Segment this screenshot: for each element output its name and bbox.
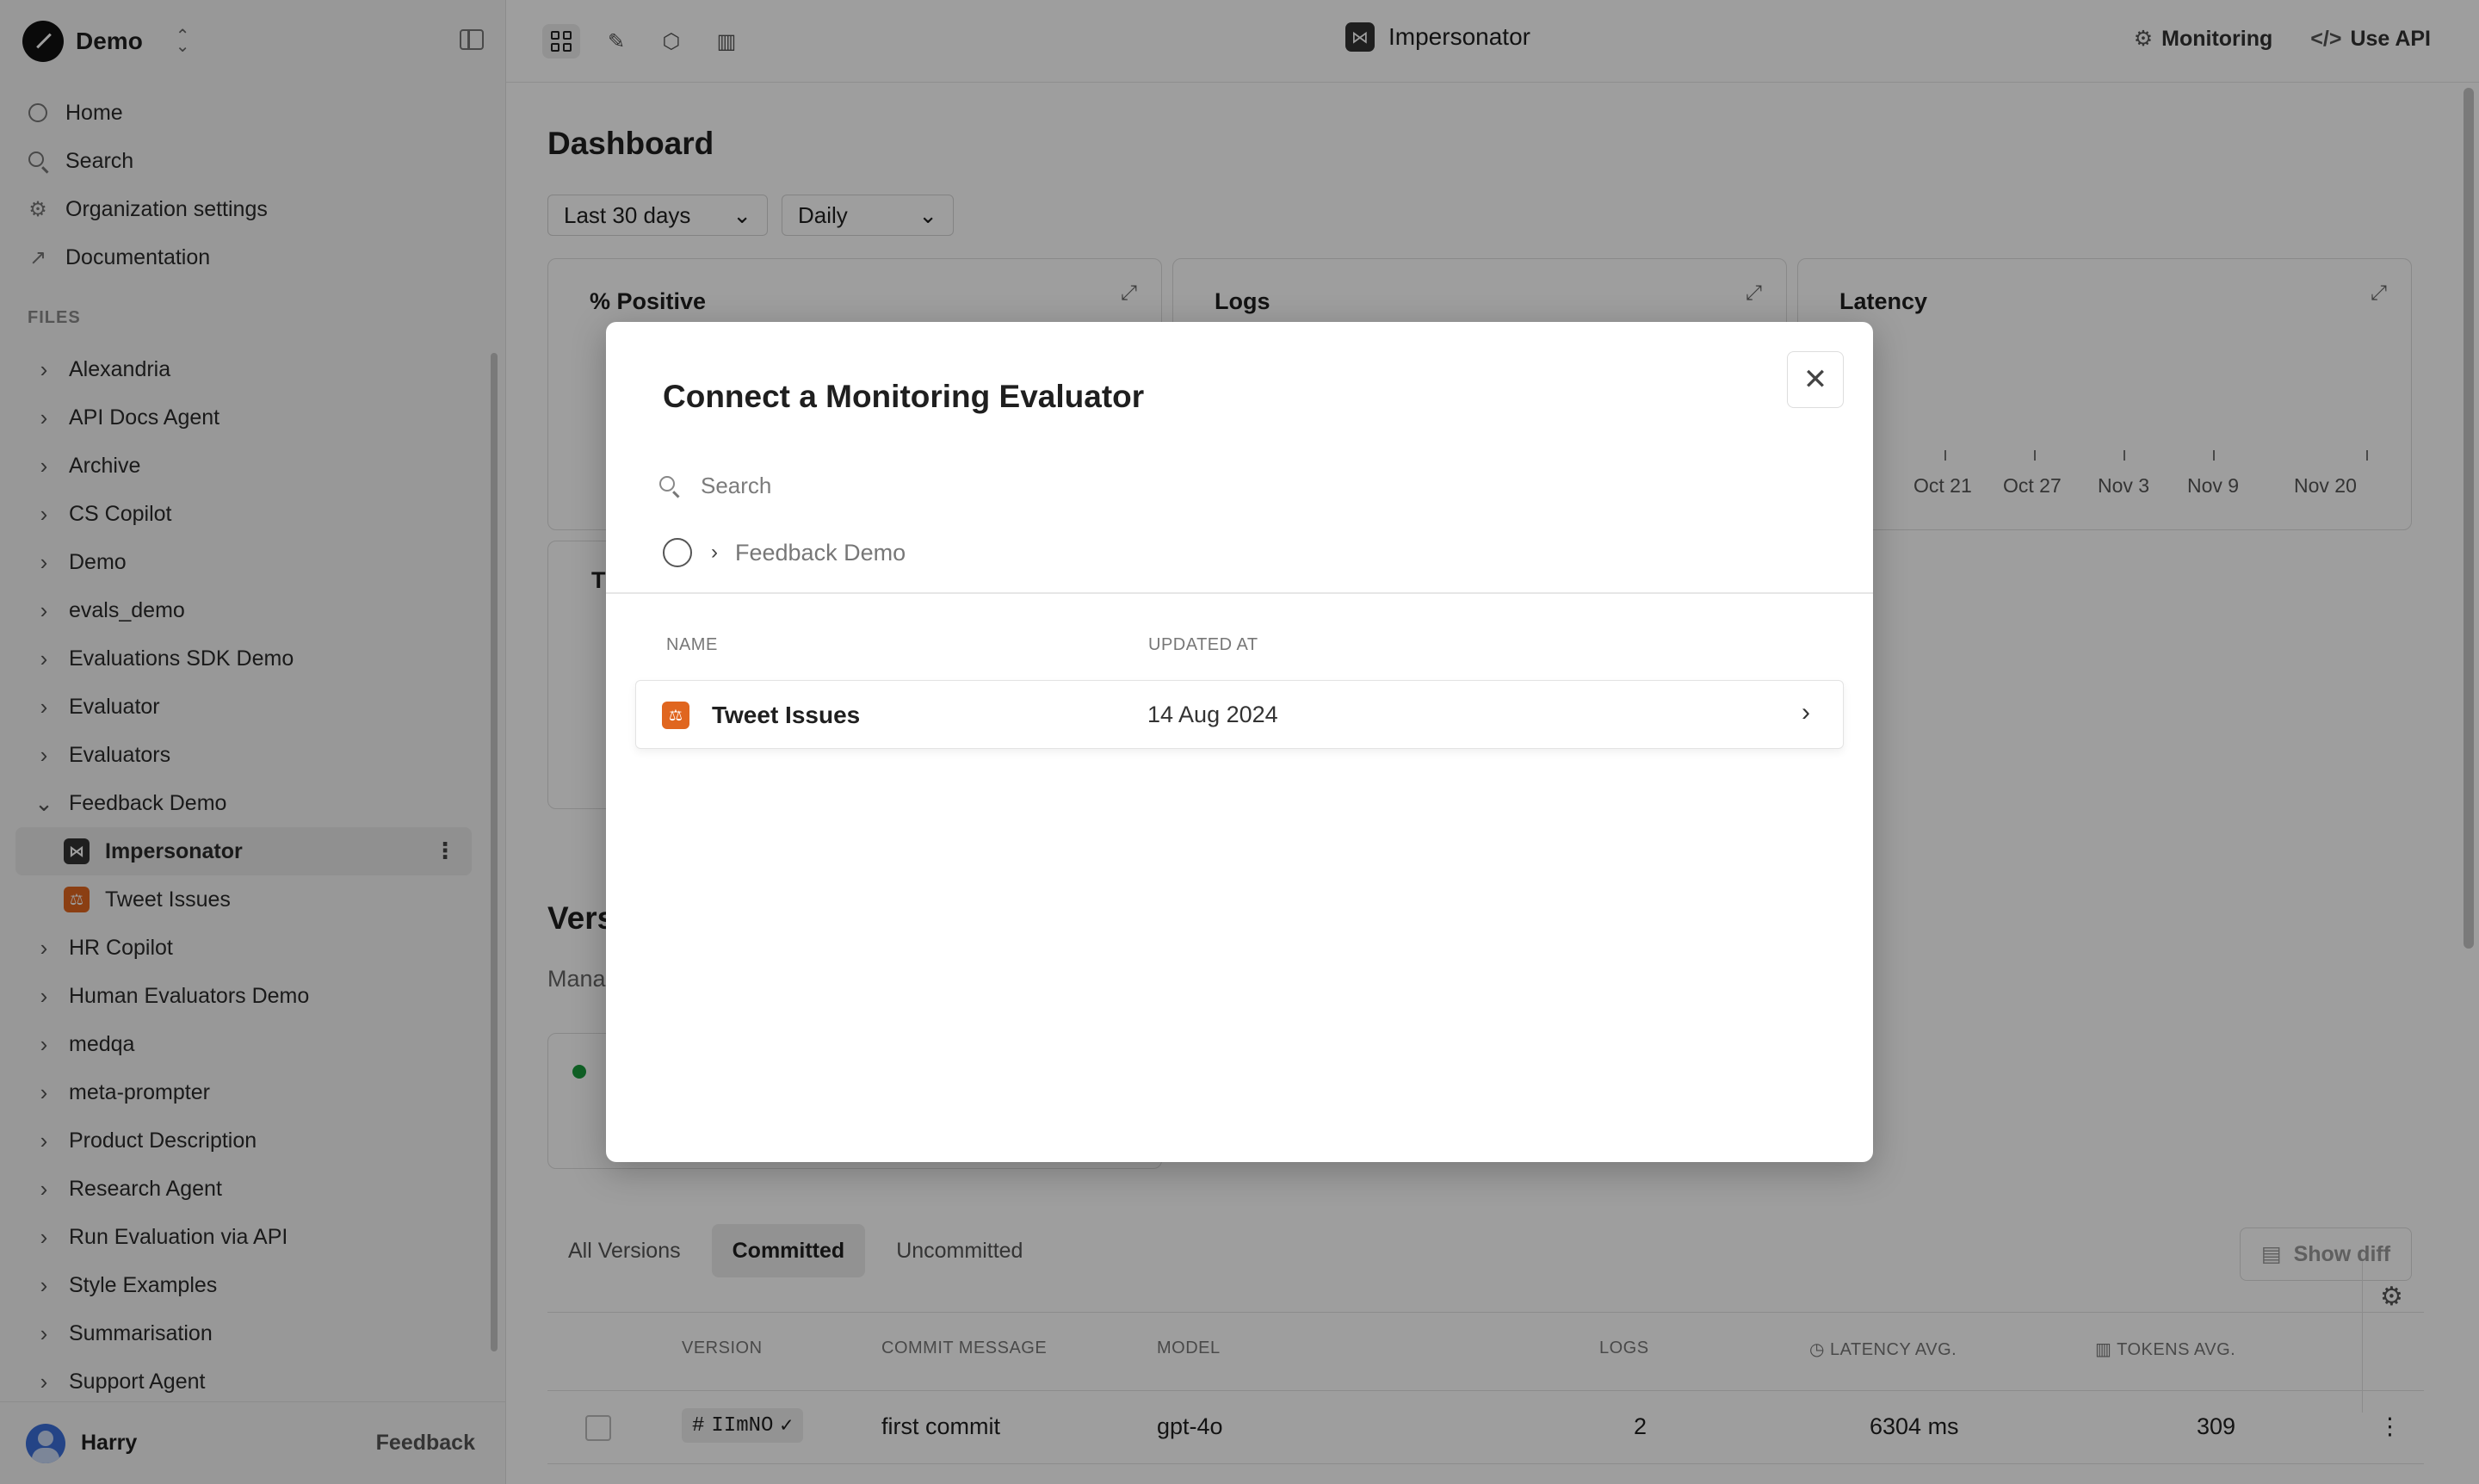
search-icon <box>659 476 675 492</box>
connect-evaluator-modal: Connect a Monitoring Evaluator ✕ › Feedb… <box>606 322 1873 1162</box>
divider <box>606 592 1873 594</box>
column-header: UPDATED AT <box>1148 635 1258 654</box>
column-header: NAME <box>666 635 718 654</box>
evaluator-row[interactable]: ⚖ Tweet Issues 14 Aug 2024 › <box>635 680 1844 749</box>
evaluator-name: Tweet Issues <box>712 702 861 728</box>
folder-row[interactable]: › Feedback Demo <box>663 532 906 573</box>
folder-label: Feedback Demo <box>735 539 906 566</box>
chevron-right-icon: › <box>1802 698 1810 727</box>
evaluator-updated-at: 14 Aug 2024 <box>1147 702 1278 727</box>
modal-search <box>659 465 1816 506</box>
evaluator-icon: ⚖ <box>662 702 689 729</box>
folder-radio[interactable] <box>663 538 692 567</box>
search-input[interactable] <box>699 471 1732 500</box>
close-icon[interactable]: ✕ <box>1787 351 1844 408</box>
chevron-right-icon[interactable]: › <box>711 541 718 565</box>
modal-title: Connect a Monitoring Evaluator <box>663 379 1145 414</box>
